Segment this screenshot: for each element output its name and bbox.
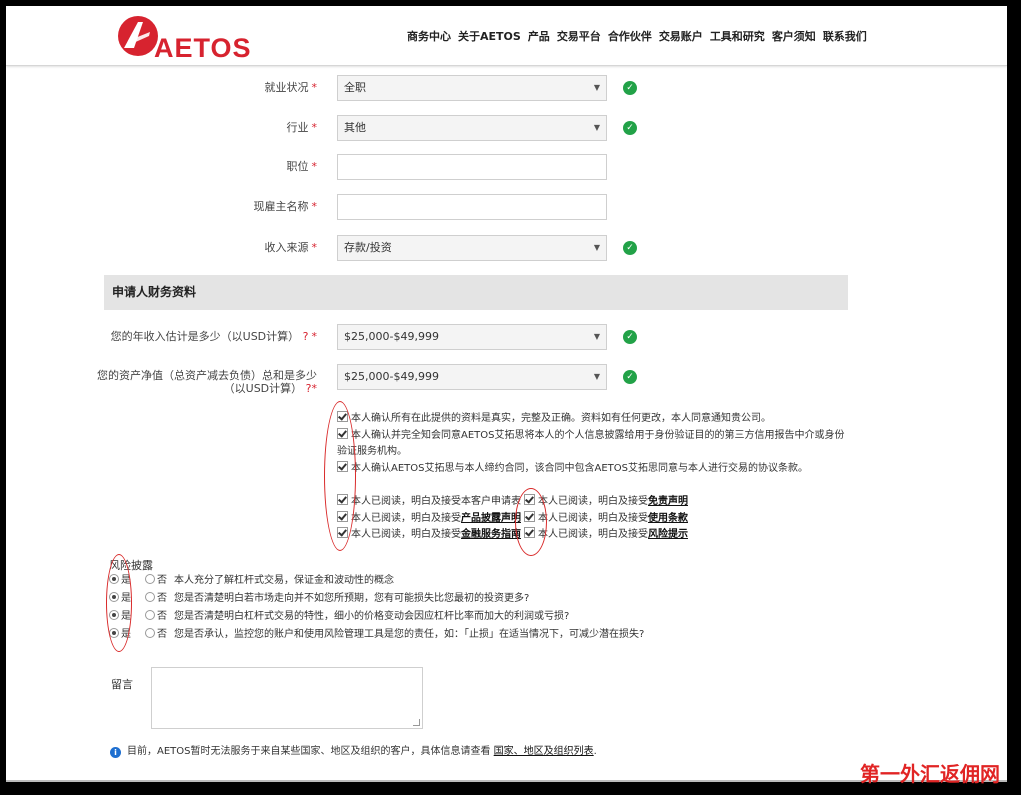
checkbox[interactable]	[337, 461, 348, 472]
check-icon: ✓	[623, 370, 637, 384]
checkbox[interactable]	[524, 511, 535, 522]
site-header: AETOS 商务中心 关于AETOS 产品 交易平台 合作伙伴 交易账户 工具和…	[6, 6, 1007, 66]
main-nav: 商务中心 关于AETOS 产品 交易平台 合作伙伴 交易账户 工具和研究 客户须…	[407, 28, 867, 44]
nav-item-about[interactable]: 关于AETOS	[458, 28, 521, 44]
nav-item-products[interactable]: 产品	[528, 28, 550, 44]
agree-terms[interactable]: 本人已阅读，明白及接受使用条款	[524, 511, 688, 526]
industry-select[interactable]: 其他 ▼	[337, 115, 607, 141]
income-source-row: 收入来源 * 存款/投资 ▼ ✓	[6, 235, 1007, 265]
fsg-link[interactable]: 金融服务指南	[461, 529, 521, 540]
radio-no[interactable]: 否	[145, 610, 167, 622]
nav-item-contact[interactable]: 联系我们	[823, 28, 867, 44]
annual-income-row: 您的年收入估计是多少（以USD计算） ? * $25,000-$49,999 ▼ ✓	[6, 324, 1007, 354]
annual-income-select[interactable]: $25,000-$49,999 ▼	[337, 324, 607, 350]
radio-no[interactable]: 否	[145, 574, 167, 586]
industry-row: 行业 * 其他 ▼ ✓	[6, 115, 1007, 145]
chevron-down-icon: ▼	[593, 123, 600, 132]
agree-application-form[interactable]: 本人已阅读，明白及接受本客户申请表	[337, 494, 521, 509]
net-worth-label: 您的资产净值（总资产减去负债）总和是多少 （以USD计算） ?*	[97, 369, 317, 395]
financial-info-section-header: 申请人财务资料	[104, 275, 848, 310]
annual-income-label: 您的年收入估计是多少（以USD计算） ? *	[110, 330, 317, 343]
country-list-link[interactable]: 国家、地区及组织列表	[494, 746, 594, 757]
chevron-down-icon: ▼	[593, 372, 600, 381]
agree-fsg[interactable]: 本人已阅读，明白及接受金融服务指南	[337, 527, 521, 542]
checkbox[interactable]	[337, 411, 348, 422]
risk-question-row: 是 否 您是否清楚明白杠杆式交易的特性，细小的价格变动会因应杠杆比率而加大的利润或…	[109, 610, 569, 624]
message-label: 留言	[111, 678, 133, 691]
checkbox[interactable]	[337, 511, 348, 522]
risk-question-row: 是 否 本人充分了解杠杆式交易，保证金和波动性的概念	[109, 574, 394, 588]
nav-item-client-notice[interactable]: 客户须知	[772, 28, 816, 44]
checkbox[interactable]	[524, 494, 535, 505]
confirm-contract[interactable]: 本人确认AETOS艾拓思与本人缔约合同，该合同中包含AETOS艾拓思同意与本人进…	[337, 461, 808, 476]
agree-disclaimer[interactable]: 本人已阅读，明白及接受免责声明	[524, 494, 688, 509]
terms-link[interactable]: 使用条款	[648, 513, 688, 524]
radio-no[interactable]: 否	[145, 592, 167, 604]
nav-item-tools[interactable]: 工具和研究	[710, 28, 765, 44]
disclaimer-link[interactable]: 免责声明	[648, 496, 688, 507]
chevron-down-icon: ▼	[593, 243, 600, 252]
income-source-select[interactable]: 存款/投资 ▼	[337, 235, 607, 261]
section-title: 申请人财务资料	[112, 285, 197, 299]
income-source-label: 收入来源 *	[264, 241, 318, 254]
agree-risk[interactable]: 本人已阅读，明白及接受风险提示	[524, 527, 688, 542]
check-icon: ✓	[623, 241, 637, 255]
service-notice: i 目前，AETOS暂时无法服务于来自某些国家、地区及组织的客户，具体信息请查看 …	[110, 742, 597, 758]
registration-page: AETOS 商务中心 关于AETOS 产品 交易平台 合作伙伴 交易账户 工具和…	[6, 6, 1007, 781]
risk-question-text: 您是否清楚明白杠杆式交易的特性，细小的价格变动会因应杠杆比率而加大的利润或亏损?	[174, 611, 570, 622]
confirm-disclosure[interactable]: 本人确认并完全知会同意AETOS艾拓思将本人的个人信息披露给用于身份验证目的的第…	[337, 428, 845, 443]
checkbox[interactable]	[337, 527, 348, 538]
employment-status-select[interactable]: 全职 ▼	[337, 75, 607, 101]
employer-row: 现雇主名称 *	[6, 194, 1007, 224]
employment-status-label: 就业状况 *	[264, 81, 318, 94]
net-worth-row: 您的资产净值（总资产减去负债）总和是多少 （以USD计算） ?* $25,000…	[6, 364, 1007, 395]
brand-name[interactable]: AETOS	[154, 33, 252, 64]
risk-question-text: 您是否清楚明白若市场走向并不如您所预期，您有可能损失比您最初的投资更多?	[174, 593, 530, 604]
checkbox[interactable]	[337, 428, 348, 439]
risk-disclosure-title: 风险披露	[109, 559, 153, 572]
page-bottom-border	[6, 780, 1007, 782]
radio-yes[interactable]: 是	[109, 610, 131, 622]
chevron-down-icon: ▼	[593, 83, 600, 92]
position-label: 职位 *	[286, 160, 318, 173]
checkbox[interactable]	[524, 527, 535, 538]
employer-input[interactable]	[337, 194, 607, 220]
risk-question-text: 您是否承认，监控您的账户和使用风险管理工具是您的责任，如：「止损」在适当情况下，…	[174, 629, 645, 640]
risk-warning-link[interactable]: 风险提示	[648, 529, 688, 540]
check-icon: ✓	[623, 81, 637, 95]
chevron-down-icon: ▼	[593, 332, 600, 341]
check-icon: ✓	[623, 121, 637, 135]
watermark-text: 第一外汇返佣网	[860, 762, 1000, 786]
pds-link[interactable]: 产品披露声明	[461, 513, 521, 524]
confirm-disclosure-cont: 验证服务机构。	[337, 446, 407, 457]
confirm-accuracy[interactable]: 本人确认所有在此提供的资料是真实，完整及正确。资料如有任何更改，本人同意通知贵公…	[337, 411, 771, 426]
risk-question-row: 是 否 您是否承认，监控您的账户和使用风险管理工具是您的责任，如：「止损」在适当情…	[109, 628, 644, 642]
employer-label: 现雇主名称 *	[253, 200, 318, 213]
employment-status-row: 就业状况 * 全职 ▼ ✓	[6, 75, 1007, 105]
check-icon: ✓	[623, 330, 637, 344]
radio-yes[interactable]: 是	[109, 574, 131, 586]
nav-item-accounts[interactable]: 交易账户	[659, 28, 703, 44]
nav-item-business-center[interactable]: 商务中心	[407, 28, 451, 44]
info-icon: i	[110, 747, 121, 758]
radio-yes[interactable]: 是	[109, 592, 131, 604]
nav-item-partners[interactable]: 合作伙伴	[608, 28, 652, 44]
net-worth-select[interactable]: $25,000-$49,999 ▼	[337, 364, 607, 390]
radio-no[interactable]: 否	[145, 628, 167, 640]
risk-question-text: 本人充分了解杠杆式交易，保证金和波动性的概念	[174, 575, 394, 586]
position-row: 职位 *	[6, 154, 1007, 184]
risk-question-row: 是 否 您是否清楚明白若市场走向并不如您所预期，您有可能损失比您最初的投资更多?	[109, 592, 529, 606]
message-textarea[interactable]	[151, 667, 423, 729]
radio-yes[interactable]: 是	[109, 628, 131, 640]
checkbox[interactable]	[337, 494, 348, 505]
nav-item-platforms[interactable]: 交易平台	[557, 28, 601, 44]
resize-grip-icon[interactable]	[413, 719, 420, 726]
position-input[interactable]	[337, 154, 607, 180]
industry-label: 行业 *	[286, 121, 318, 134]
agree-pds[interactable]: 本人已阅读，明白及接受产品披露声明	[337, 511, 521, 526]
